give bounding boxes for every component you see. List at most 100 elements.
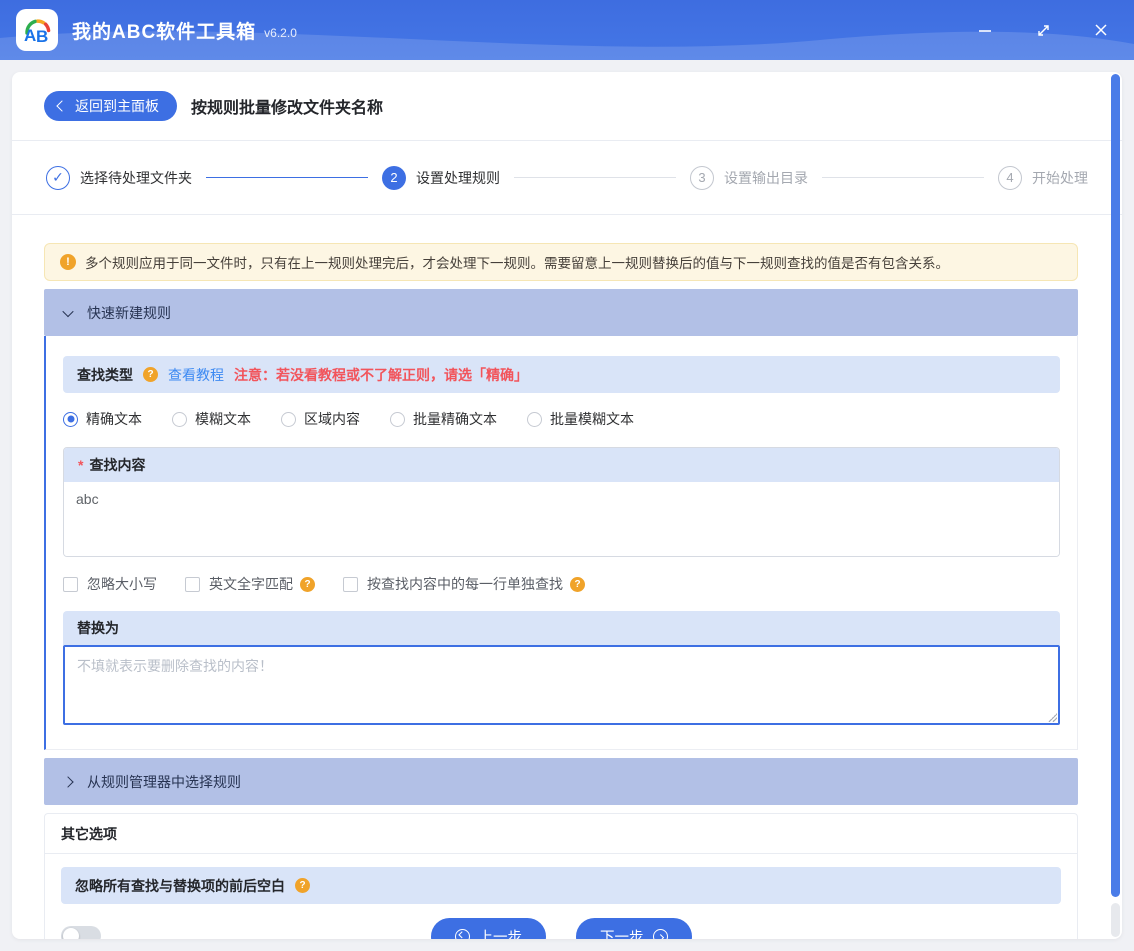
previous-step-label: 上一步: [479, 926, 523, 940]
step-connector: [206, 177, 368, 178]
step-4-label: 开始处理: [1032, 168, 1088, 188]
page-title: 按规则批量修改文件夹名称: [191, 94, 383, 118]
page-header: 返回到主面板 按规则批量修改文件夹名称: [12, 72, 1122, 141]
radio-label: 批量精确文本: [413, 409, 497, 429]
radio-icon: [527, 412, 542, 427]
search-type-options: 精确文本 模糊文本 区域内容 批量精确文本 批量模糊文本: [63, 406, 1060, 432]
checkbox-ignore-case[interactable]: 忽略大小写: [63, 574, 157, 594]
replace-block: 替换为: [63, 611, 1060, 725]
search-type-label: 查找类型: [77, 365, 133, 385]
checkbox-search-each-line[interactable]: 按查找内容中的每一行单独查找 ?: [343, 574, 585, 594]
step-connector: [514, 177, 676, 178]
radio-batch-fuzzy-text[interactable]: 批量模糊文本: [527, 409, 634, 429]
step-1-label: 选择待处理文件夹: [80, 168, 192, 188]
step-3-output-dir: 3 设置输出目录: [690, 166, 808, 190]
circle-arrow-right-icon: [653, 929, 668, 940]
checkbox-icon: [63, 577, 78, 592]
svg-text:A: A: [24, 26, 36, 45]
maximize-button[interactable]: [1032, 19, 1054, 41]
step-2-set-rules: 2 设置处理规则: [382, 166, 500, 190]
chevron-right-icon: [62, 776, 73, 787]
help-icon[interactable]: ?: [570, 577, 585, 592]
checkbox-label: 忽略大小写: [87, 574, 157, 594]
regex-notice-text: 注意：若没看教程或不了解正则，请选「精确」: [234, 365, 528, 385]
other-options-card: 其它选项 忽略所有查找与替换项的前后空白 ? 上一步: [44, 813, 1078, 939]
chevron-left-icon: [56, 100, 67, 111]
replace-label-bar: 替换为: [63, 611, 1060, 645]
content-area: ! 多个规则应用于同一文件时，只有在上一规则处理完后，才会处理下一规则。需要留意…: [12, 215, 1122, 939]
next-step-button[interactable]: 下一步: [576, 918, 692, 940]
close-button[interactable]: [1090, 19, 1112, 41]
back-button-label: 返回到主面板: [75, 96, 159, 116]
radio-icon: [63, 412, 78, 427]
previous-step-button[interactable]: 上一步: [431, 918, 547, 940]
step-indicator: ✓ 选择待处理文件夹 2 设置处理规则 3 设置输出目录 4 开始处理: [12, 141, 1122, 215]
checkbox-label: 按查找内容中的每一行单独查找: [367, 574, 563, 594]
checkbox-icon: [343, 577, 358, 592]
checkbox-label: 英文全字匹配: [209, 574, 293, 594]
footer-row: 上一步 下一步: [61, 916, 1061, 939]
other-options-body: 忽略所有查找与替换项的前后空白 ? 上一步 下一步: [45, 854, 1077, 939]
step-1-select-folders: ✓ 选择待处理文件夹: [46, 166, 192, 190]
accordion-quick-new-rule[interactable]: 快速新建规则: [44, 289, 1078, 336]
replace-label: 替换为: [77, 618, 119, 638]
wizard-nav-buttons: 上一步 下一步: [61, 918, 1061, 940]
app-logo: A B: [16, 9, 58, 51]
scrollbar-thumb[interactable]: [1111, 74, 1120, 897]
search-content-label-bar: * 查找内容: [64, 448, 1059, 482]
radio-fuzzy-text[interactable]: 模糊文本: [172, 409, 251, 429]
svg-text:B: B: [36, 27, 48, 46]
view-tutorial-link[interactable]: 查看教程: [168, 365, 224, 385]
step-1-check-icon: ✓: [46, 166, 70, 190]
circle-arrow-left-icon: [455, 929, 470, 940]
radio-icon: [281, 412, 296, 427]
step-2-label: 设置处理规则: [416, 168, 500, 188]
window-controls: [974, 19, 1112, 41]
search-content-label: 查找内容: [89, 455, 145, 475]
radio-icon: [172, 412, 187, 427]
step-3-number: 3: [690, 166, 714, 190]
step-4-start: 4 开始处理: [998, 166, 1088, 190]
trim-whitespace-bar: 忽略所有查找与替换项的前后空白 ?: [61, 867, 1061, 904]
step-3-label: 设置输出目录: [724, 168, 808, 188]
help-icon[interactable]: ?: [143, 367, 158, 382]
step-4-number: 4: [998, 166, 1022, 190]
search-options-row: 忽略大小写 英文全字匹配 ? 按查找内容中的每一行单独查找 ?: [63, 572, 1060, 596]
accordion-rule-manager[interactable]: 从规则管理器中选择规则: [44, 758, 1078, 805]
step-2-number: 2: [382, 166, 406, 190]
warning-icon: !: [60, 254, 76, 270]
radio-label: 区域内容: [304, 409, 360, 429]
radio-batch-exact-text[interactable]: 批量精确文本: [390, 409, 497, 429]
next-step-label: 下一步: [600, 926, 644, 940]
warning-text: 多个规则应用于同一文件时，只有在上一规则处理完后，才会处理下一规则。需要留意上一…: [85, 252, 949, 272]
quick-rule-body: 查找类型 ? 查看教程 注意：若没看教程或不了解正则，请选「精确」 精确文本 模…: [44, 336, 1078, 750]
rules-order-warning: ! 多个规则应用于同一文件时，只有在上一规则处理完后，才会处理下一规则。需要留意…: [44, 243, 1078, 281]
required-mark: *: [78, 457, 83, 473]
checkbox-whole-word[interactable]: 英文全字匹配 ?: [185, 574, 315, 594]
radio-region-content[interactable]: 区域内容: [281, 409, 360, 429]
app-version: v6.2.0: [264, 26, 297, 40]
chevron-down-icon: [62, 305, 73, 316]
search-content-input[interactable]: abc: [64, 482, 1059, 556]
minimize-button[interactable]: [974, 19, 996, 41]
help-icon[interactable]: ?: [300, 577, 315, 592]
search-content-block: * 查找内容 abc: [63, 447, 1060, 557]
radio-label: 批量模糊文本: [550, 409, 634, 429]
vertical-scrollbar[interactable]: [1111, 74, 1120, 937]
rule-manager-header-label: 从规则管理器中选择规则: [87, 772, 241, 792]
radio-label: 模糊文本: [195, 409, 251, 429]
replace-input[interactable]: [65, 647, 1058, 723]
search-type-bar: 查找类型 ? 查看教程 注意：若没看教程或不了解正则，请选「精确」: [63, 356, 1060, 393]
radio-icon: [390, 412, 405, 427]
radio-label: 精确文本: [86, 409, 142, 429]
main-panel: 返回到主面板 按规则批量修改文件夹名称 ✓ 选择待处理文件夹 2 设置处理规则 …: [12, 72, 1122, 939]
trim-whitespace-label: 忽略所有查找与替换项的前后空白: [75, 876, 285, 896]
replace-input-wrap: [63, 645, 1060, 725]
radio-exact-text[interactable]: 精确文本: [63, 409, 142, 429]
help-icon[interactable]: ?: [295, 878, 310, 893]
app-title: 我的ABC软件工具箱: [72, 17, 256, 44]
step-connector: [822, 177, 984, 178]
back-to-dashboard-button[interactable]: 返回到主面板: [44, 91, 177, 121]
titlebar: A B 我的ABC软件工具箱 v6.2.0: [0, 0, 1134, 60]
checkbox-icon: [185, 577, 200, 592]
